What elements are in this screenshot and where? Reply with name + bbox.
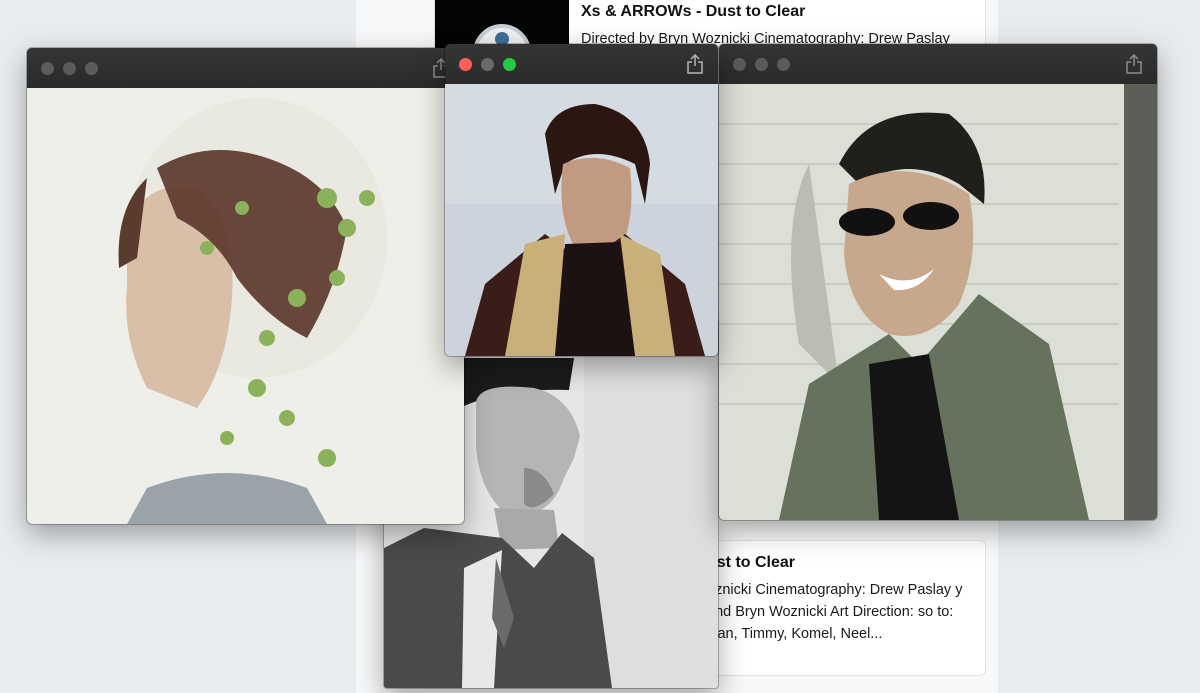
minimize-button[interactable] <box>63 62 76 75</box>
window-titlebar[interactable] <box>27 48 464 88</box>
photo-window-middle-active[interactable] <box>445 44 718 356</box>
traffic-lights <box>733 58 790 71</box>
zoom-button[interactable] <box>503 58 516 71</box>
traffic-lights <box>41 62 98 75</box>
card-title[interactable]: Xs & ARROWs - Dust to Clear <box>581 2 975 22</box>
photo-young-man-scarf <box>445 84 718 356</box>
window-titlebar[interactable] <box>719 44 1157 84</box>
close-button[interactable] <box>459 58 472 71</box>
minimize-button[interactable] <box>481 58 494 71</box>
close-button[interactable] <box>733 58 746 71</box>
share-icon[interactable] <box>686 54 704 74</box>
photo-window-right[interactable] <box>719 44 1157 520</box>
photo-double-exposure <box>27 88 464 524</box>
card-text: ust to Clear oznicki Cinematography: Dre… <box>707 553 975 645</box>
traffic-lights <box>459 58 516 71</box>
minimize-button[interactable] <box>755 58 768 71</box>
card-text: Xs & ARROWs - Dust to Clear Directed by … <box>581 2 975 50</box>
window-titlebar[interactable] <box>445 44 718 84</box>
card-title[interactable]: ust to Clear <box>707 553 975 573</box>
card-description: oznicki Cinematography: Drew Paslay y an… <box>707 582 963 642</box>
share-icon[interactable] <box>1125 54 1143 74</box>
zoom-button[interactable] <box>85 62 98 75</box>
close-button[interactable] <box>41 62 54 75</box>
zoom-button[interactable] <box>777 58 790 71</box>
photo-man-sunglasses <box>719 84 1157 520</box>
photo-window-left[interactable] <box>27 48 464 524</box>
